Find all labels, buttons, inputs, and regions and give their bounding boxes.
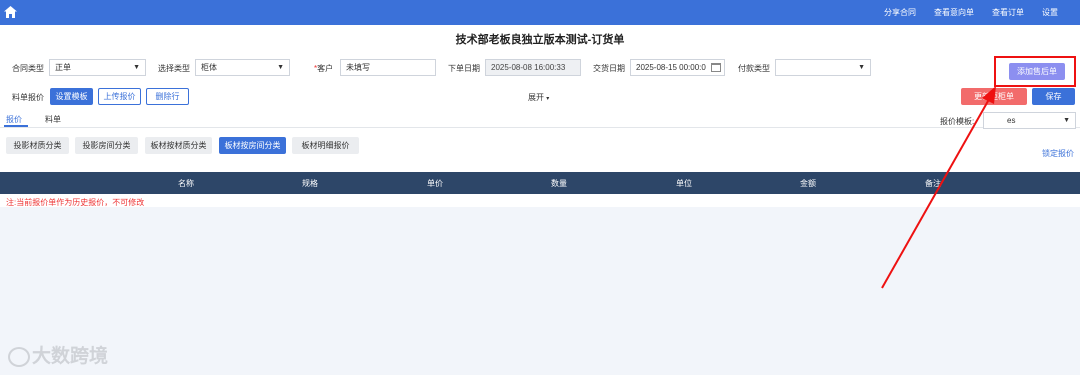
delivery-date-input[interactable]: 2025-08-15 00:00:0: [630, 59, 725, 76]
contract-type-select[interactable]: 正单 ▼: [49, 59, 146, 76]
category-board-material[interactable]: 板材按材质分类: [145, 137, 212, 154]
calendar-icon[interactable]: [711, 63, 721, 72]
category-projection-material[interactable]: 投影材质分类: [6, 137, 69, 154]
annotation-arrowhead: [982, 86, 996, 104]
category-projection-room[interactable]: 投影房间分类: [75, 137, 138, 154]
select-type-value: 柜体: [201, 63, 217, 72]
lock-quote-link[interactable]: 锁定报价: [1042, 148, 1074, 159]
set-template-button[interactable]: 设置模板: [50, 88, 93, 105]
expand-label: 展开: [528, 93, 544, 102]
category-board-detail-quote[interactable]: 板材明细报价: [292, 137, 359, 154]
nav-share-contract[interactable]: 分享合同: [884, 7, 916, 18]
order-date-field: 2025-08-08 16:00:33: [485, 59, 581, 76]
delete-row-button[interactable]: 删除行: [146, 88, 189, 105]
material-quote-label: 料单报价: [12, 93, 44, 102]
nav-settings[interactable]: 设置: [1042, 7, 1058, 18]
expand-toggle[interactable]: 展开 ▾: [528, 92, 549, 103]
column-unit: 单位: [676, 179, 692, 188]
category-board-room[interactable]: 板材按房间分类: [219, 137, 286, 154]
column-unit-price: 单价: [427, 179, 443, 188]
contract-type-value: 正单: [55, 63, 71, 72]
customer-label: *客户: [314, 63, 333, 74]
watermark: 大数跨境: [8, 341, 108, 368]
customer-label-text: 客户: [317, 64, 334, 73]
column-amount: 金额: [800, 179, 816, 188]
top-bar: 分享合同 查看意向单 查看订单 设置: [0, 0, 1080, 25]
nav-view-intent[interactable]: 查看意向单: [934, 7, 974, 18]
tab-quote[interactable]: 报价: [6, 114, 22, 125]
chevron-down-icon: ▼: [133, 64, 140, 71]
delivery-date-label: 交货日期: [593, 64, 625, 73]
customer-value: 未填写: [346, 63, 370, 72]
tab-material-list[interactable]: 料单: [45, 114, 61, 125]
select-type-label: 选择类型: [158, 64, 190, 73]
watermark-logo-icon: [8, 346, 30, 367]
top-nav: 分享合同 查看意向单 查看订单 设置: [884, 0, 1058, 25]
customer-input[interactable]: 未填写: [340, 59, 436, 76]
watermark-text: 大数跨境: [32, 346, 109, 367]
caret-down-icon: ▾: [546, 96, 550, 102]
order-date-value: 2025-08-08 16:00:33: [491, 63, 566, 72]
annotation-arrow-line: [881, 93, 993, 289]
payment-type-select[interactable]: ▼: [775, 59, 871, 76]
annotation-arrow: [881, 86, 996, 289]
upload-quote-button[interactable]: 上传报价: [98, 88, 141, 105]
chevron-down-icon: ▼: [858, 64, 865, 71]
home-icon[interactable]: [4, 6, 17, 18]
save-button[interactable]: 保存: [1032, 88, 1075, 105]
chevron-down-icon: ▼: [1063, 117, 1070, 124]
chevron-down-icon: ▼: [277, 64, 284, 71]
select-type-select[interactable]: 柜体 ▼: [195, 59, 290, 76]
column-name: 名称: [178, 179, 194, 188]
page-title: 技术部老板良独立版本测试-订货单: [455, 34, 625, 46]
nav-view-orders[interactable]: 查看订单: [992, 7, 1024, 18]
column-spec: 规格: [302, 179, 318, 188]
column-quantity: 数量: [551, 179, 567, 188]
order-date-label: 下单日期: [448, 64, 480, 73]
payment-type-label: 付款类型: [738, 64, 770, 73]
delivery-date-value: 2025-08-15 00:00:0: [636, 63, 706, 72]
contract-type-label: 合同类型: [12, 64, 44, 73]
